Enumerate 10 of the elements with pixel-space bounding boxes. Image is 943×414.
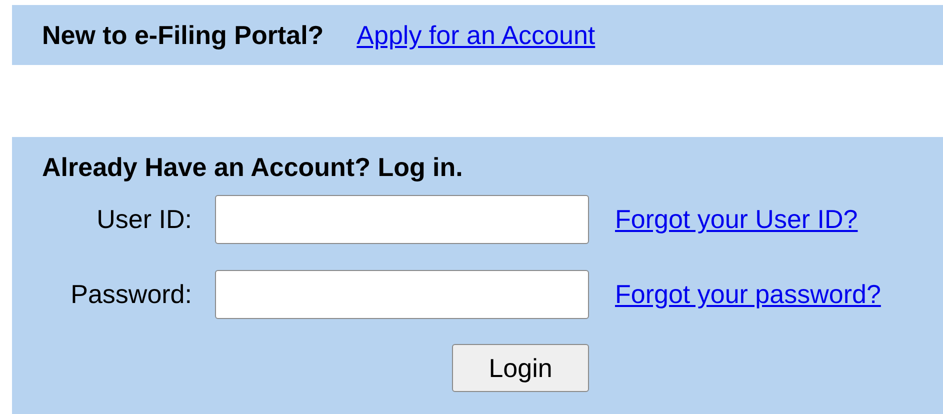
input-field[interactable] — [215, 270, 589, 319]
field-label: User ID: — [96, 203, 192, 236]
input-field[interactable] — [215, 195, 589, 244]
login-heading: Already Have an Account? Log in. — [42, 151, 464, 183]
field-label: Password: — [70, 278, 192, 311]
apply-link[interactable]: Apply for an Account — [356, 16, 596, 54]
forgot-link[interactable]: Forgot your User ID? — [615, 200, 858, 239]
signup-prompt: New to e-Filing Portal? — [42, 18, 324, 52]
login-button[interactable]: Login — [452, 344, 589, 392]
forgot-link[interactable]: Forgot your password? — [615, 275, 881, 314]
